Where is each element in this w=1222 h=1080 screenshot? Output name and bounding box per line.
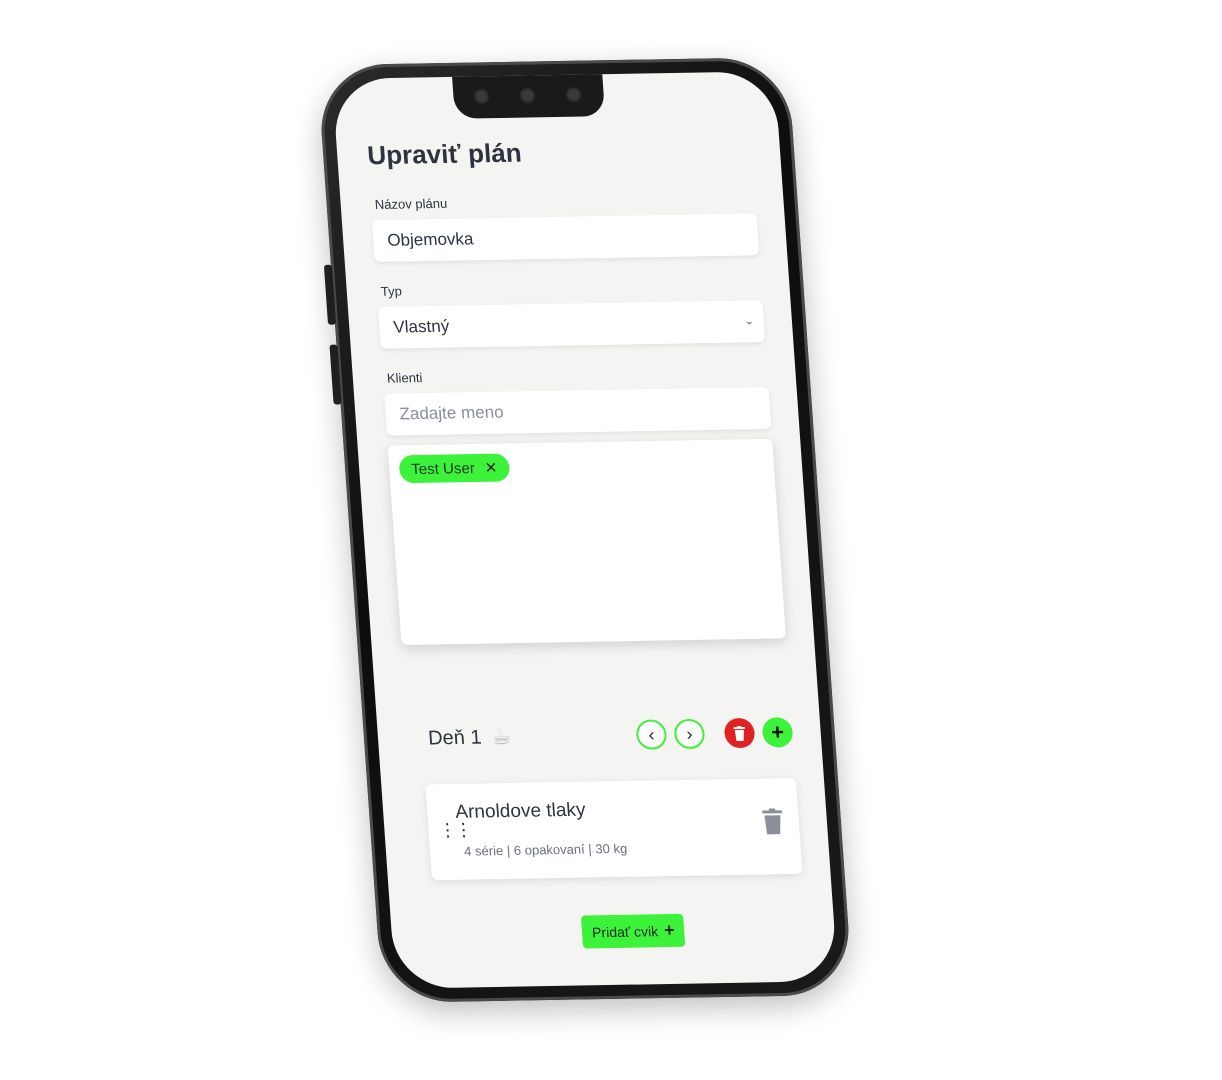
day-label: Deň 1 (427, 726, 483, 749)
chevron-left-icon: ‹ (647, 724, 656, 745)
phone-frame: Upraviť plán Názov plánu Objemovka Typ V… (316, 57, 854, 1003)
edit-plan-form: Upraviť plán Názov plánu Objemovka Typ V… (366, 134, 808, 959)
client-chip: Test User ✕ (398, 453, 511, 484)
type-select[interactable]: Vlastný ⌄ (377, 300, 766, 349)
camera-notch (451, 72, 606, 119)
coffee-cup-icon[interactable]: ☕ (491, 724, 513, 750)
add-exercise-label: Pridať cvik (591, 922, 659, 940)
drag-handle-icon[interactable]: ⋮⋮ (438, 820, 471, 841)
sensor-icon (565, 86, 583, 103)
camera-icon (518, 87, 537, 104)
plus-icon: + (770, 719, 785, 745)
delete-day-button[interactable] (723, 717, 756, 749)
trash-icon[interactable] (762, 808, 784, 835)
phone-screen: Upraviť plán Názov plánu Objemovka Typ V… (331, 71, 839, 989)
close-icon[interactable]: ✕ (484, 459, 498, 477)
exercise-card[interactable]: ⋮⋮ Arnoldove tlaky 4 série | 6 opakovaní… (425, 778, 803, 881)
type-label: Typ (380, 283, 403, 299)
plan-name-value: Objemovka (386, 229, 475, 250)
client-search-placeholder: Zadajte meno (398, 402, 505, 424)
add-exercise-button[interactable]: Pridať cvik + (580, 913, 686, 949)
next-day-button[interactable]: › (673, 718, 706, 750)
plan-name-input[interactable]: Objemovka (371, 213, 760, 263)
clients-label: Klienti (386, 370, 423, 386)
exercise-details: 4 série | 6 opakovaní | 30 kg (463, 840, 628, 859)
day-toolbar: Deň 1 ☕ ‹ › + (407, 710, 795, 761)
camera-icon (472, 88, 491, 105)
client-search-input[interactable]: Zadajte meno (384, 386, 772, 436)
type-value: Vlastný (392, 316, 450, 337)
plan-name-label: Názov plánu (374, 195, 448, 213)
chevron-down-icon: ⌄ (744, 315, 755, 328)
exercise-name: Arnoldove tlaky (454, 799, 587, 823)
volume-up-button (323, 264, 337, 325)
selected-clients-box: Test User ✕ (387, 438, 787, 646)
chevron-right-icon: › (685, 723, 694, 744)
add-day-button[interactable]: + (761, 717, 794, 748)
volume-down-button (329, 344, 342, 405)
trash-icon (733, 725, 746, 741)
stage: Upraviť plán Názov plánu Objemovka Typ V… (0, 0, 1222, 1080)
previous-day-button[interactable]: ‹ (635, 719, 668, 750)
page-title: Upraviť plán (366, 137, 523, 171)
plus-icon: + (663, 919, 676, 941)
client-chip-label: Test User (410, 459, 476, 478)
